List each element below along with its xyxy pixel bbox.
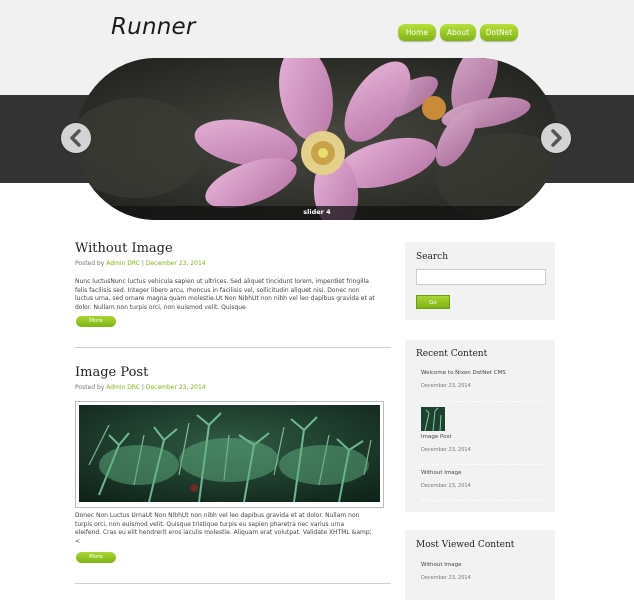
excerpt-line: < xyxy=(75,537,81,545)
post-meta: Posted by Admin DRC | December 23, 2014 xyxy=(75,384,206,391)
image-slider[interactable] xyxy=(76,58,558,220)
post-excerpt: Nunc luctusNunc luctus vehicula sapien u… xyxy=(75,278,395,312)
most-viewed-item-link[interactable]: Without Image xyxy=(421,562,461,568)
post-author[interactable]: Admin DRC xyxy=(106,384,140,391)
widget-title: Most Viewed Content xyxy=(416,540,515,550)
chevron-right-icon xyxy=(551,129,562,147)
post-author[interactable]: Admin DRC xyxy=(106,260,140,267)
post-meta-separator: | xyxy=(141,384,144,391)
nav-dotnet[interactable]: DotNet xyxy=(480,24,518,41)
excerpt-line: Nunc luctusNunc luctus vehicula sapien u… xyxy=(75,278,369,285)
slider-flower-image xyxy=(76,58,558,220)
chevron-left-icon xyxy=(70,129,81,147)
widget-title: Search xyxy=(416,252,448,262)
post-excerpt: Donec Non Luctus UrnaUt Non NibhUt non n… xyxy=(75,512,395,546)
post-meta-prefix: Posted by xyxy=(75,384,105,391)
post-date: December 23, 2014 xyxy=(145,260,206,267)
recent-item-thumbnail[interactable] xyxy=(421,407,445,431)
search-go-button[interactable]: Go xyxy=(416,295,450,309)
post-meta: Posted by Admin DRC | December 23, 2014 xyxy=(75,260,206,267)
post-date: December 23, 2014 xyxy=(145,384,206,391)
divider xyxy=(421,464,545,465)
excerpt-line: Donec Non Luctus UrnaUt Non NibhUt non n… xyxy=(75,512,360,519)
post-divider xyxy=(75,347,391,348)
recent-item-date: December 23, 2014 xyxy=(421,447,471,453)
excerpt-line: turpis orci, non euismod velit. Quisque … xyxy=(75,520,345,528)
most-viewed-widget: Most Viewed Content Without Image Decemb… xyxy=(405,530,555,600)
post-title[interactable]: Image Post xyxy=(75,365,148,380)
post-title[interactable]: Without Image xyxy=(75,241,173,256)
more-button[interactable]: More xyxy=(76,552,116,563)
slider-prev-button[interactable] xyxy=(61,123,91,153)
post-divider xyxy=(75,583,391,584)
more-button[interactable]: More xyxy=(76,316,116,327)
excerpt-line: dolor. Nullam non turpis orci, non euism… xyxy=(75,303,246,311)
excerpt-line: felis facilisis sed. Integer libero arcu… xyxy=(75,286,360,294)
divider xyxy=(421,401,545,402)
excerpt-line: luctus urna, sed ornare magna quam moles… xyxy=(75,295,375,303)
most-viewed-item-date: December 23, 2014 xyxy=(421,575,471,581)
recent-item-link[interactable]: Without Image xyxy=(421,470,461,476)
recent-item-date: December 23, 2014 xyxy=(421,383,471,389)
slider-next-button[interactable] xyxy=(541,123,571,153)
slider-caption: slider 4 xyxy=(303,208,331,216)
excerpt-line: eleifend. Cras eu elit hendrerit eros ia… xyxy=(75,529,372,537)
divider xyxy=(421,500,545,501)
post-meta-prefix: Posted by xyxy=(75,260,105,267)
recent-item-link[interactable]: Image Post xyxy=(421,434,451,440)
site-logo[interactable]: Runner xyxy=(111,14,196,40)
post-meta-separator: | xyxy=(141,260,144,267)
recent-item-link[interactable]: Welcome to Nixon DotNet CMS xyxy=(421,370,506,376)
post-image-plant[interactable] xyxy=(79,405,380,502)
nav-about[interactable]: About xyxy=(440,24,476,41)
widget-title: Recent Content xyxy=(416,349,488,359)
recent-content-widget: Recent Content Welcome to Nixon DotNet C… xyxy=(405,340,555,512)
search-widget: Search Go xyxy=(405,242,555,320)
nav-home[interactable]: Home xyxy=(398,24,436,41)
recent-item-date: December 23, 2014 xyxy=(421,483,471,489)
post-image-frame xyxy=(75,401,384,508)
search-input[interactable] xyxy=(416,269,546,285)
